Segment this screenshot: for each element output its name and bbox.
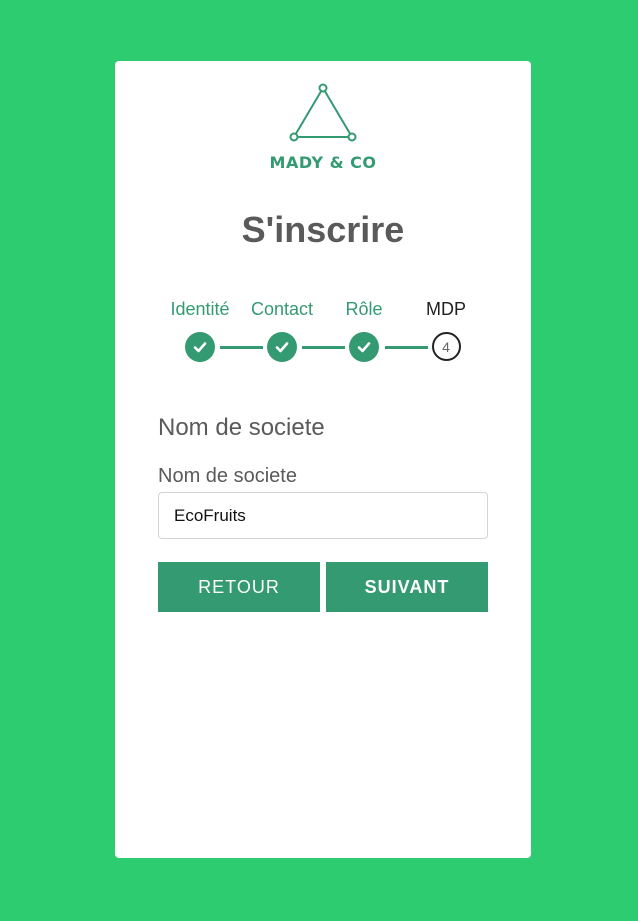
step-label: Contact	[250, 299, 314, 319]
check-icon	[275, 342, 289, 353]
step-label: MDP	[426, 299, 466, 319]
signup-card: MADY & CO S'inscrire Identité Contact Rô…	[115, 61, 531, 858]
step-label: Identité	[170, 299, 230, 319]
brand-name: MADY & CO	[269, 153, 377, 172]
step-label: Rôle	[345, 299, 383, 319]
back-button[interactable]: Retour	[158, 562, 320, 612]
step-mdp[interactable]: MDP 4	[404, 297, 488, 361]
step-completed-indicator	[267, 332, 297, 362]
signup-stepper: Identité Contact Rôle MDP 4	[158, 297, 488, 367]
page-title: S'inscrire	[241, 209, 405, 250]
company-name-label: Nom de societe	[158, 465, 297, 487]
check-icon	[357, 342, 371, 353]
step-completed-indicator	[349, 332, 379, 362]
company-name-input[interactable]	[158, 492, 488, 539]
step-number: 4	[442, 338, 450, 355]
section-heading: Nom de societe	[158, 414, 325, 441]
check-icon	[193, 342, 207, 353]
step-identite[interactable]: Identité	[158, 297, 242, 362]
next-button[interactable]: Suivant	[326, 562, 488, 612]
step-role[interactable]: Rôle	[322, 297, 406, 362]
triangle-logo-icon	[289, 83, 357, 142]
step-contact[interactable]: Contact	[240, 297, 324, 362]
brand-logo: MADY & CO	[115, 83, 531, 172]
step-completed-indicator	[185, 332, 215, 362]
step-current-indicator: 4	[431, 332, 461, 361]
